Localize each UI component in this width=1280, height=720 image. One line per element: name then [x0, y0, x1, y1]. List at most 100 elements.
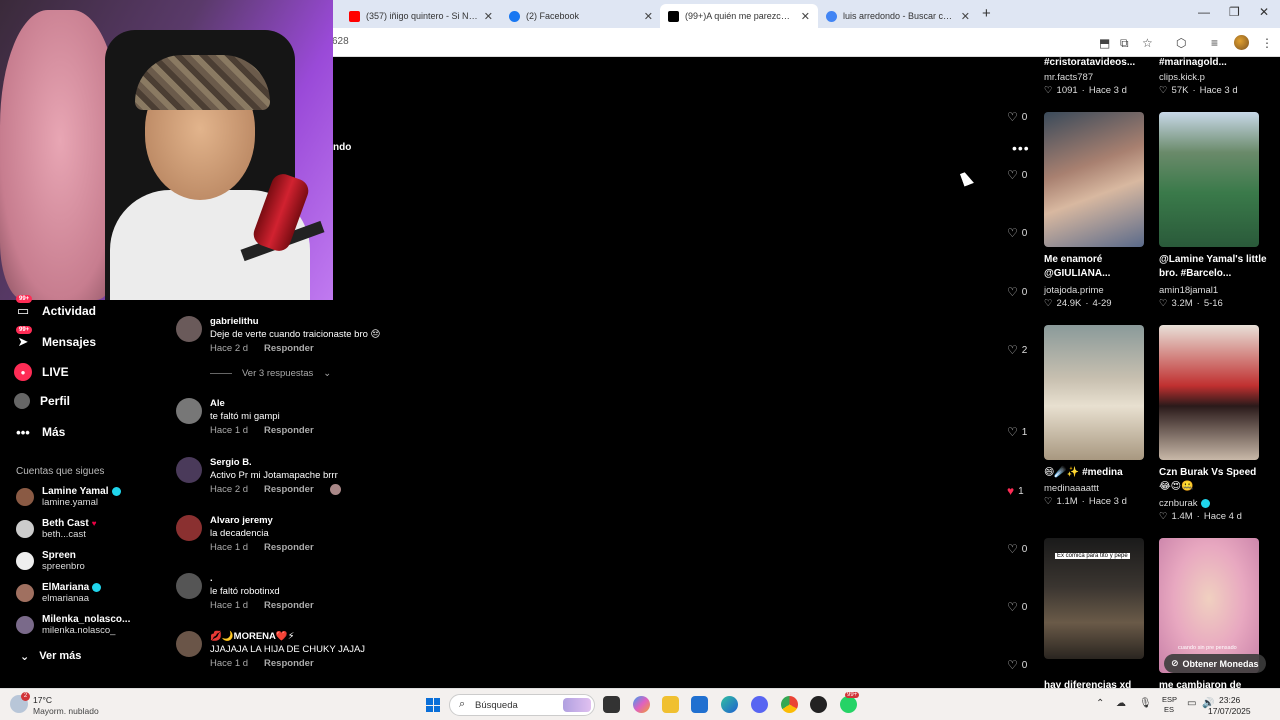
comment-like-button[interactable]: ♡ 0 [1007, 285, 1027, 299]
reply-button[interactable]: Responder [264, 600, 314, 611]
edge-icon[interactable] [721, 696, 738, 713]
reply-button[interactable]: Responder [264, 542, 314, 553]
comment-like-button[interactable]: ♡ 1 [1007, 425, 1027, 439]
extensions-icon[interactable]: ⬡ [1176, 36, 1186, 50]
close-icon[interactable]: ✕ [961, 10, 970, 23]
install-icon[interactable]: ⬒ [1099, 36, 1110, 50]
close-icon[interactable]: ✕ [484, 10, 493, 23]
video-title[interactable]: #marinagold... [1159, 56, 1269, 70]
reply-button[interactable]: Responder [264, 484, 314, 495]
avatar[interactable] [176, 457, 202, 483]
new-tab-button[interactable]: + [982, 5, 991, 22]
comment-like-button[interactable]: ♡ 0 [1007, 542, 1027, 556]
comment-like-button[interactable]: ♡ 0 [1007, 168, 1027, 182]
comment-user[interactable]: Ale [210, 398, 490, 409]
video-thumbnail[interactable] [1044, 112, 1144, 247]
following-account[interactable]: ElMariana elmarianaa [16, 582, 102, 604]
task-view-icon[interactable] [603, 696, 620, 713]
comment-user[interactable]: Sergio B. [210, 457, 490, 468]
video-author[interactable]: cznburak [1159, 498, 1210, 509]
video-author[interactable]: clips.kick.p [1159, 72, 1205, 83]
following-account[interactable]: Milenka_nolasco... milenka.nolasco_ [16, 614, 130, 636]
store-icon[interactable] [691, 696, 708, 713]
profile-avatar[interactable] [1234, 35, 1249, 50]
file-explorer-icon[interactable] [662, 696, 679, 713]
comment-user[interactable]: . [210, 573, 490, 584]
view-replies-button[interactable]: Ver 3 respuestas ⌄ [210, 368, 331, 379]
video-thumbnail[interactable] [1159, 112, 1259, 247]
bookmark-star-icon[interactable]: ☆ [1142, 36, 1153, 50]
obs-icon[interactable] [810, 696, 827, 713]
reply-button[interactable]: Responder [264, 343, 314, 354]
video-thumbnail[interactable] [1159, 538, 1259, 673]
reply-button[interactable]: Responder [264, 658, 314, 669]
tab-tiktok[interactable]: (99+)A quién me parezco más: ✕ [660, 4, 818, 28]
video-title[interactable]: #cristoratavideos... [1044, 56, 1154, 70]
discord-icon[interactable] [751, 696, 768, 713]
close-icon[interactable]: ✕ [644, 10, 653, 23]
video-title[interactable]: 😄☄️✨ #medina [1044, 466, 1154, 480]
tab-youtube[interactable]: (357) iñigo quintero - Si No Esta ✕ [341, 4, 501, 28]
restore-icon[interactable]: ❐ [1229, 5, 1240, 19]
comment-user[interactable]: Alvaro jeremy [210, 515, 490, 526]
minimize-icon[interactable]: — [1198, 5, 1210, 19]
video-thumbnail[interactable] [1159, 325, 1259, 460]
following-account[interactable]: Beth Cast ♥ beth...cast [16, 518, 96, 540]
close-window-icon[interactable]: ✕ [1259, 5, 1269, 19]
video-author[interactable]: amin18jamal1 [1159, 285, 1218, 296]
video-author[interactable]: mr.facts787 [1044, 72, 1093, 83]
weather-description[interactable]: Mayorm. nublado [33, 706, 99, 716]
chevron-up-icon[interactable]: ⌃ [1096, 698, 1104, 709]
comment-like-button[interactable]: ♡ 0 [1007, 110, 1027, 124]
video-author[interactable]: jotajoda.prime [1044, 285, 1104, 296]
nav-mensajes[interactable]: ➤ 99+ Mensajes [14, 326, 96, 351]
comment-like-button[interactable]: ♡ 0 [1007, 600, 1027, 614]
avatar[interactable] [176, 631, 202, 657]
comment-user[interactable]: gabrielithu [210, 316, 490, 327]
comment-like-button[interactable]: ♡ 2 [1007, 343, 1027, 357]
nav-mas[interactable]: ••• Más [14, 423, 65, 441]
avatar[interactable] [176, 573, 202, 599]
clock-date[interactable]: 17/07/2025 [1208, 706, 1251, 716]
taskbar-search[interactable]: ⌕ Búsqueda [449, 694, 595, 716]
video-author[interactable]: medinaaaattt [1044, 483, 1099, 494]
media-icon[interactable]: ≡ [1211, 36, 1218, 50]
video-title[interactable]: @Lamine Yamal's little bro. #Barcelo... [1159, 253, 1269, 281]
comment-like-button[interactable]: ♡ 0 [1007, 658, 1027, 672]
whatsapp-icon[interactable] [840, 696, 857, 713]
video-title[interactable]: Me enamoré @GIULIANA... [1044, 253, 1154, 281]
comment-like-button[interactable]: ♥ 1 [1007, 484, 1024, 498]
get-coins-button[interactable]: ⊘ Obtener Monedas [1164, 654, 1266, 673]
comment-user[interactable]: 💋🌙MORENA❤️⚡ [210, 631, 490, 642]
cloud-icon[interactable]: ☁ [1116, 698, 1126, 709]
chrome-icon[interactable] [781, 696, 798, 713]
windows-start-icon[interactable] [426, 698, 440, 712]
tab-facebook[interactable]: (2) Facebook ✕ [501, 4, 661, 28]
language-code[interactable]: ESP [1162, 695, 1177, 704]
tab-google[interactable]: luis arredondo - Buscar con Goo ✕ [818, 4, 978, 28]
copilot-icon[interactable] [633, 696, 650, 713]
nav-live[interactable]: ● LIVE [14, 363, 69, 381]
nav-actividad[interactable]: ▭ 99+ Actividad [14, 295, 96, 320]
url-text[interactable]: 628 [332, 36, 349, 47]
keyboard-layout[interactable]: ES [1164, 705, 1174, 714]
menu-dots-icon[interactable]: ⋮ [1261, 36, 1273, 50]
following-account[interactable]: Spreen spreenbro [16, 550, 85, 572]
close-icon[interactable]: ✕ [801, 10, 810, 23]
video-thumbnail[interactable] [1044, 325, 1144, 460]
monitor-icon[interactable]: ▭ [1187, 698, 1196, 709]
reply-button[interactable]: Responder [264, 425, 314, 436]
microphone-icon[interactable]: 🎙 [1139, 698, 1152, 709]
video-title[interactable]: Czn Burak Vs Speed 😂😍🤐 [1159, 466, 1269, 494]
see-more-button[interactable]: ⌄ Ver más [20, 650, 81, 663]
nav-perfil[interactable]: Perfil [14, 393, 70, 409]
avatar[interactable] [176, 515, 202, 541]
comment-like-button[interactable]: ♡ 0 [1007, 226, 1027, 240]
following-account[interactable]: Lamine Yamal lamine.yamal [16, 486, 121, 508]
avatar[interactable] [176, 316, 202, 342]
weather-temperature[interactable]: 17°C [33, 695, 52, 705]
avatar[interactable] [176, 398, 202, 424]
clock-time[interactable]: 23:26 [1219, 695, 1240, 705]
translate-icon[interactable]: ⧉ [1120, 36, 1129, 51]
more-options-icon[interactable]: ••• [1012, 140, 1030, 156]
